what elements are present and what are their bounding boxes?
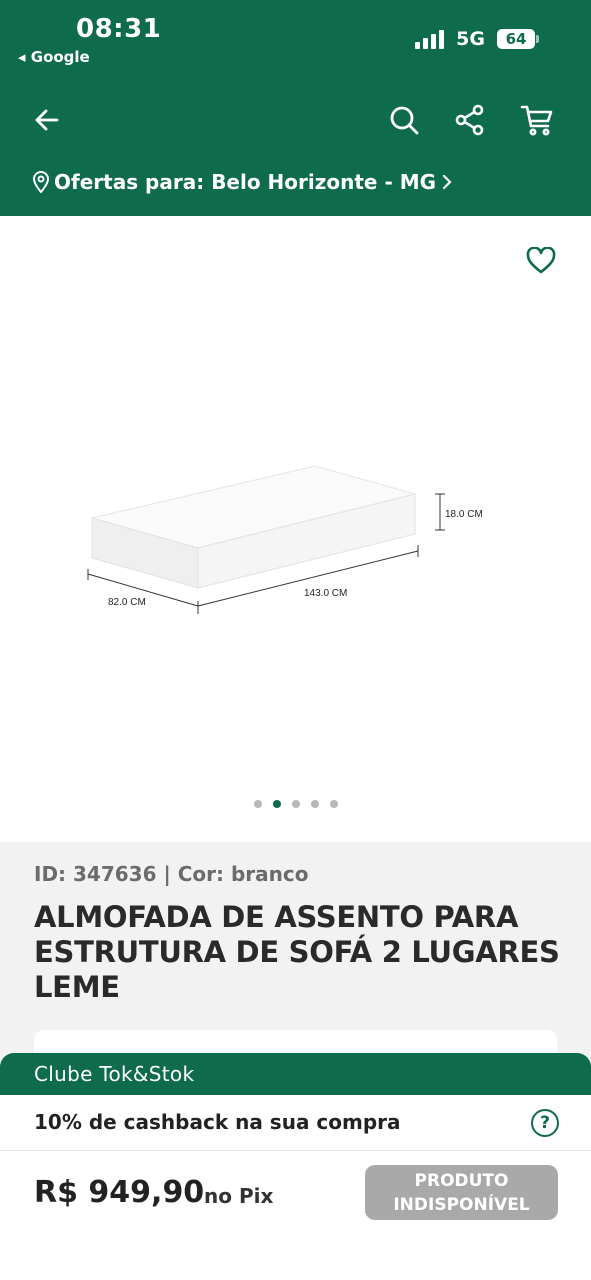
back-to-google-link[interactable]: ◂ Google <box>18 48 90 66</box>
search-button[interactable] <box>382 98 426 142</box>
cashback-row: 10% de cashback na sua compra ? <box>0 1095 591 1151</box>
help-icon[interactable]: ? <box>531 1109 559 1137</box>
product-unavailable-button: PRODUTO INDISPONÍVEL <box>365 1165 558 1220</box>
battery-level: 64 <box>497 29 535 49</box>
gallery-dot-1[interactable] <box>253 800 262 808</box>
price-row: R$ 949,90 no Pix PRODUTO INDISPONÍVEL <box>0 1151 591 1280</box>
status-indicators: 5G 64 <box>415 28 539 50</box>
cashback-text: 10% de cashback na sua compra <box>34 1110 401 1134</box>
club-banner: Clube Tok&Stok <box>0 1053 591 1095</box>
status-time: 08:31 <box>76 14 162 44</box>
dimension-length-label: 143.0 CM <box>304 588 347 599</box>
product-gallery[interactable]: 18.0 CM 82.0 CM 143.0 CM <box>0 216 591 842</box>
gallery-dot-5[interactable] <box>329 800 338 808</box>
delivery-location-button[interactable]: Ofertas para: Belo Horizonte - MG <box>32 170 454 194</box>
gallery-dot-2[interactable] <box>272 800 281 808</box>
network-type: 5G <box>456 28 485 50</box>
cart-button[interactable] <box>515 98 559 142</box>
price-payment-method: no Pix <box>204 1184 274 1208</box>
product-price: R$ 949,90 <box>34 1175 205 1210</box>
heart-icon <box>526 247 556 274</box>
app-header: 08:31 ◂ Google 5G 64 Ofertas para: Belo … <box>0 0 591 216</box>
location-pin-icon <box>32 171 50 193</box>
gallery-pagination[interactable] <box>0 800 591 808</box>
back-button[interactable] <box>25 98 69 142</box>
purchase-sheet: Clube Tok&Stok 10% de cashback na sua co… <box>0 1053 591 1280</box>
favorite-button[interactable] <box>522 242 560 280</box>
share-icon <box>455 104 484 136</box>
product-image: 18.0 CM 82.0 CM 143.0 CM <box>87 465 483 614</box>
battery-icon: 64 <box>497 29 539 49</box>
gallery-dot-3[interactable] <box>291 800 300 808</box>
search-icon <box>390 106 419 135</box>
unavailable-line-1: PRODUTO <box>414 1171 509 1191</box>
unavailable-line-2: INDISPONÍVEL <box>393 1195 530 1215</box>
signal-icon <box>415 29 445 49</box>
location-label: Ofertas para: Belo Horizonte - MG <box>54 170 437 194</box>
dimension-height-label: 18.0 CM <box>445 509 483 520</box>
back-arrow-icon <box>35 109 59 131</box>
share-button[interactable] <box>448 98 492 142</box>
product-title: ALMOFADA DE ASSENTO PARA ESTRUTURA DE SO… <box>34 900 560 1004</box>
gallery-dot-4[interactable] <box>310 800 319 808</box>
dimension-depth-label: 82.0 CM <box>108 597 146 608</box>
cart-icon <box>520 105 553 136</box>
chevron-right-icon <box>442 174 452 190</box>
product-id-color: ID: 347636 | Cor: branco <box>34 862 309 886</box>
